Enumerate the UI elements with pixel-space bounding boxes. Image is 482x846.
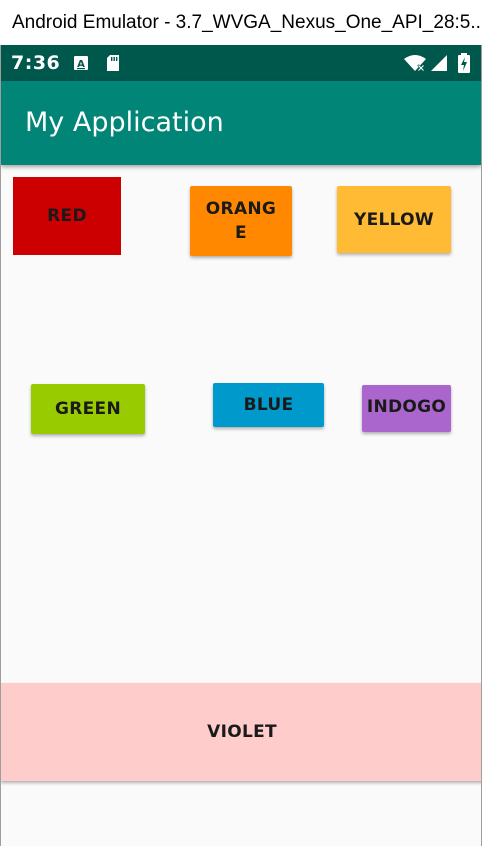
sd-card-icon [105, 53, 121, 73]
status-bar: 7:36 A [1, 45, 481, 81]
notification-a-icon: A [73, 53, 89, 73]
status-time: 7:36 [11, 52, 61, 74]
signal-icon [429, 53, 449, 73]
green-button[interactable]: GREEN [31, 384, 145, 434]
orange-button[interactable]: ORANGE [190, 186, 292, 256]
yellow-button[interactable]: YELLOW [337, 186, 451, 253]
app-bar: My Application [1, 81, 481, 165]
indigo-button[interactable]: INDOGO [362, 385, 451, 432]
app-title: My Application [25, 107, 224, 138]
battery-icon [457, 53, 471, 73]
window-title: Android Emulator - 3.7_WVGA_Nexus_One_AP… [0, 0, 482, 45]
violet-button[interactable]: VIOLET [1, 683, 481, 781]
emulator-screen: 7:36 A My Application RED ORANGE YELLOW … [0, 45, 482, 846]
blue-button[interactable]: BLUE [213, 383, 324, 427]
red-button[interactable]: RED [13, 177, 121, 255]
wifi-icon [403, 53, 427, 73]
